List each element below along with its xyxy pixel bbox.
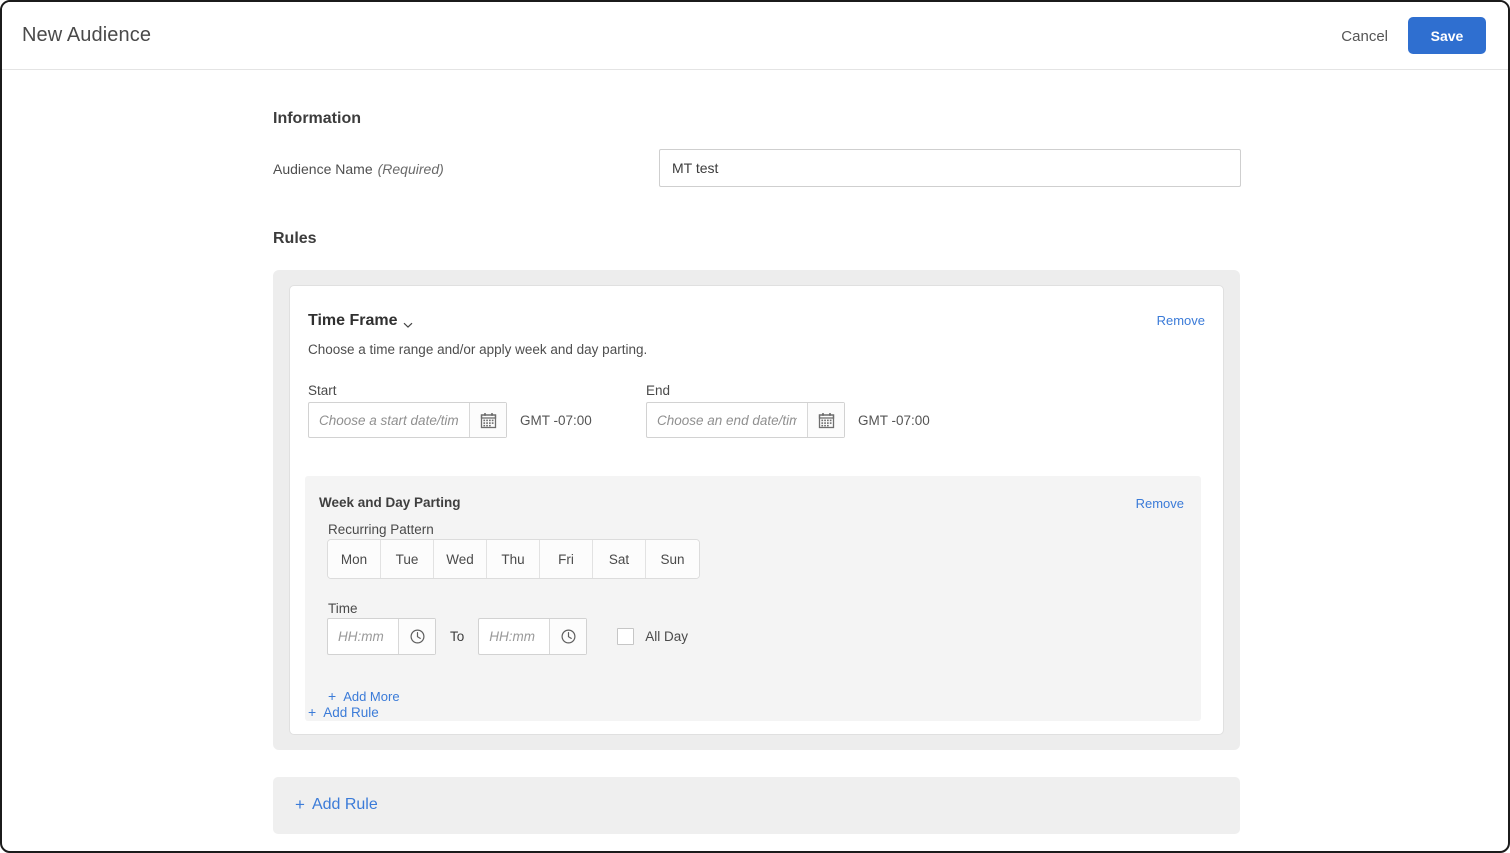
clock-icon[interactable]: [549, 619, 587, 654]
audience-name-label: Audience Name (Required): [273, 161, 444, 177]
page-title: New Audience: [22, 24, 152, 46]
new-audience-page: New Audience Cancel Save Information Aud…: [0, 0, 1510, 853]
end-datetime-input[interactable]: [647, 403, 807, 437]
start-datetime-input[interactable]: [309, 403, 469, 437]
day-toggle-group: Mon Tue Wed Thu Fri Sat Sun: [327, 539, 700, 579]
plus-icon: +: [328, 688, 337, 704]
calendar-icon[interactable]: [469, 403, 506, 437]
rule-title: Time Frame: [308, 312, 398, 329]
day-toggle-thu[interactable]: Thu: [487, 540, 540, 578]
plus-icon: +: [308, 704, 317, 720]
rule-card-time-frame: Time Frame Choose a time range and/or ap…: [289, 285, 1224, 735]
clock-icon[interactable]: [398, 619, 435, 654]
audience-name-required-note: (Required): [377, 161, 444, 177]
chevron-down-icon[interactable]: [402, 318, 414, 330]
rule-description: Choose a time range and/or apply week an…: [308, 342, 648, 357]
calendar-icon[interactable]: [807, 403, 844, 437]
save-button[interactable]: Save: [1408, 17, 1486, 54]
remove-parting-link[interactable]: Remove: [1136, 496, 1184, 511]
day-toggle-tue[interactable]: Tue: [381, 540, 434, 578]
end-datetime-group: GMT -07:00: [646, 402, 930, 438]
information-section-title: Information: [273, 110, 361, 127]
time-label: Time: [328, 601, 358, 616]
start-datetime-box: [308, 402, 507, 438]
recurring-pattern-label: Recurring Pattern: [328, 522, 434, 537]
all-day-label: All Day: [645, 629, 689, 644]
day-toggle-sat[interactable]: Sat: [593, 540, 646, 578]
day-toggle-mon[interactable]: Mon: [328, 540, 381, 578]
end-timezone-label: GMT -07:00: [858, 412, 930, 428]
end-datetime-box: [646, 402, 845, 438]
parting-title: Week and Day Parting: [319, 495, 461, 510]
time-to-input[interactable]: [479, 619, 550, 654]
add-rule-bar: + Add Rule: [273, 777, 1240, 834]
start-datetime-group: GMT -07:00: [308, 402, 592, 438]
remove-rule-link[interactable]: Remove: [1157, 313, 1205, 328]
start-label: Start: [308, 383, 337, 398]
add-more-link[interactable]: + Add More: [328, 688, 400, 704]
add-rule-bottom-link[interactable]: + Add Rule: [295, 795, 378, 815]
time-range-separator: To: [450, 629, 465, 644]
day-toggle-fri[interactable]: Fri: [540, 540, 593, 578]
end-label: End: [646, 383, 671, 398]
audience-name-label-text: Audience Name: [273, 161, 373, 177]
add-more-label: Add More: [343, 688, 400, 704]
time-from-box: [327, 618, 436, 655]
all-day-checkbox-wrapper[interactable]: All Day: [617, 628, 688, 645]
time-to-box: [478, 618, 588, 655]
audience-name-input[interactable]: [659, 149, 1241, 187]
time-range-row: To All Day: [327, 618, 688, 655]
day-toggle-wed[interactable]: Wed: [434, 540, 487, 578]
plus-icon: +: [295, 795, 305, 814]
start-timezone-label: GMT -07:00: [520, 412, 592, 428]
week-day-parting-panel: Week and Day Parting Remove Recurring Pa…: [305, 476, 1201, 721]
top-bar: New Audience Cancel Save: [2, 2, 1508, 70]
cancel-button[interactable]: Cancel: [1335, 24, 1394, 49]
add-rule-bottom-label: Add Rule: [311, 796, 378, 813]
time-from-input[interactable]: [328, 619, 398, 654]
rules-panel: Time Frame Choose a time range and/or ap…: [273, 270, 1240, 750]
day-toggle-sun[interactable]: Sun: [646, 540, 699, 578]
rules-section-title: Rules: [273, 230, 317, 247]
all-day-checkbox[interactable]: [617, 628, 635, 645]
add-rule-inner-label: Add Rule: [323, 704, 379, 720]
add-rule-inner-link[interactable]: + Add Rule: [308, 704, 379, 720]
